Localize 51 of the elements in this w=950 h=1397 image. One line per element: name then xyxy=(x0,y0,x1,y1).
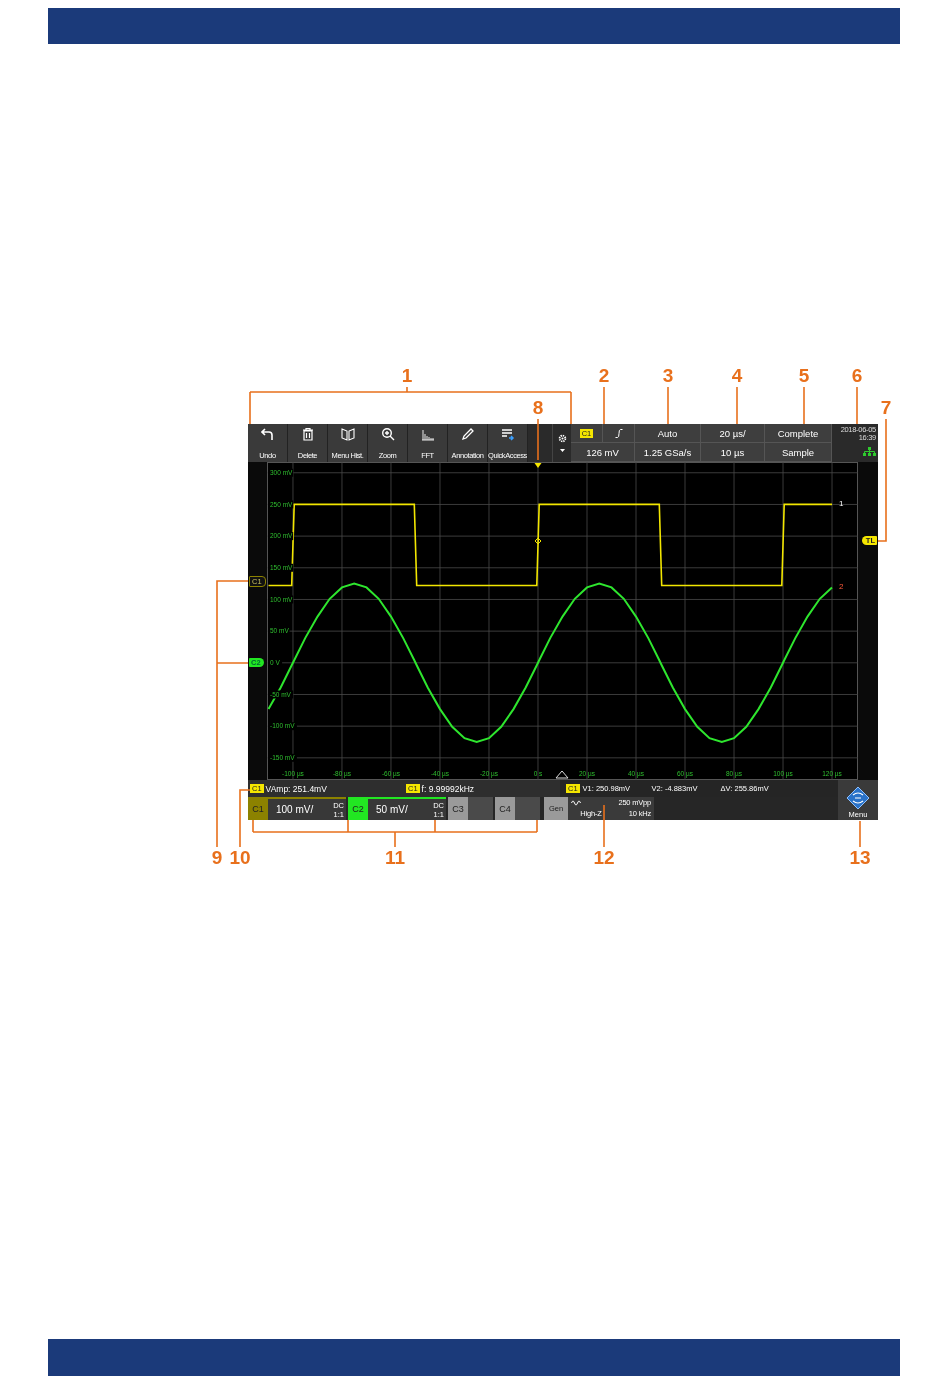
list-arrow-icon xyxy=(500,427,515,441)
acquisition-state-cell[interactable]: Complete xyxy=(765,424,832,443)
measurement-text: f: 9.99992kHz xyxy=(421,783,475,794)
trash-icon xyxy=(300,427,315,441)
trace-label: 2 xyxy=(839,581,844,591)
trigger-slope-cell[interactable] xyxy=(603,424,635,443)
timebase-position-cell[interactable]: 10 µs xyxy=(701,443,765,462)
sample-rate-cell[interactable]: 1.25 GSa/s xyxy=(635,443,701,462)
callout-number: 11 xyxy=(383,848,407,868)
callout-number: 10 xyxy=(228,848,252,868)
trigger-mode-cell[interactable]: Auto xyxy=(635,424,701,443)
leader-line xyxy=(859,820,861,848)
callout-number: 8 xyxy=(531,398,545,418)
callout-number: 7 xyxy=(879,398,893,418)
callout-number: 12 xyxy=(592,848,616,868)
measurement-text: VAmp: 251.4mV xyxy=(265,783,327,794)
callout-number: 4 xyxy=(730,366,744,386)
trigger-level-cell[interactable]: 126 mV xyxy=(571,443,635,462)
pencil-icon xyxy=(460,427,475,441)
zoom-icon xyxy=(380,427,395,441)
callout-number: 3 xyxy=(661,366,675,386)
callout-number: 9 xyxy=(210,848,224,868)
book-icon xyxy=(340,427,355,441)
callout-number: 5 xyxy=(797,366,811,386)
callout-number: 1 xyxy=(400,366,414,386)
sine-wave-icon xyxy=(571,800,583,807)
diamond-logo-icon xyxy=(846,786,870,810)
rising-edge-icon xyxy=(614,428,623,438)
leader-line xyxy=(603,386,605,425)
channel-button[interactable]: C4 xyxy=(495,797,515,820)
spectrum-icon xyxy=(420,427,435,441)
position-marker-icon[interactable] xyxy=(555,770,569,779)
channel-button[interactable]: C2 xyxy=(348,797,368,820)
channel-button[interactable]: C3 xyxy=(448,797,468,820)
channel-button[interactable]: C1 xyxy=(248,797,268,820)
callout-number: 6 xyxy=(850,366,864,386)
timebase-scale-cell[interactable]: 20 µs/ xyxy=(701,424,765,443)
callout-number: 13 xyxy=(848,848,872,868)
network-icon xyxy=(863,447,876,456)
leader-line xyxy=(603,804,605,848)
leader-line xyxy=(856,386,858,425)
leader-line xyxy=(803,386,805,425)
callout-number: 2 xyxy=(597,366,611,386)
acquisition-mode-cell[interactable]: Sample xyxy=(765,443,832,462)
undo-icon xyxy=(260,427,275,441)
leader-line xyxy=(736,386,738,425)
trace-label: 1 xyxy=(839,499,844,509)
caret-icon[interactable] xyxy=(559,449,565,452)
settings-icon[interactable] xyxy=(557,434,567,443)
diamond-marker-icon xyxy=(534,537,542,545)
leader-line xyxy=(667,386,669,425)
